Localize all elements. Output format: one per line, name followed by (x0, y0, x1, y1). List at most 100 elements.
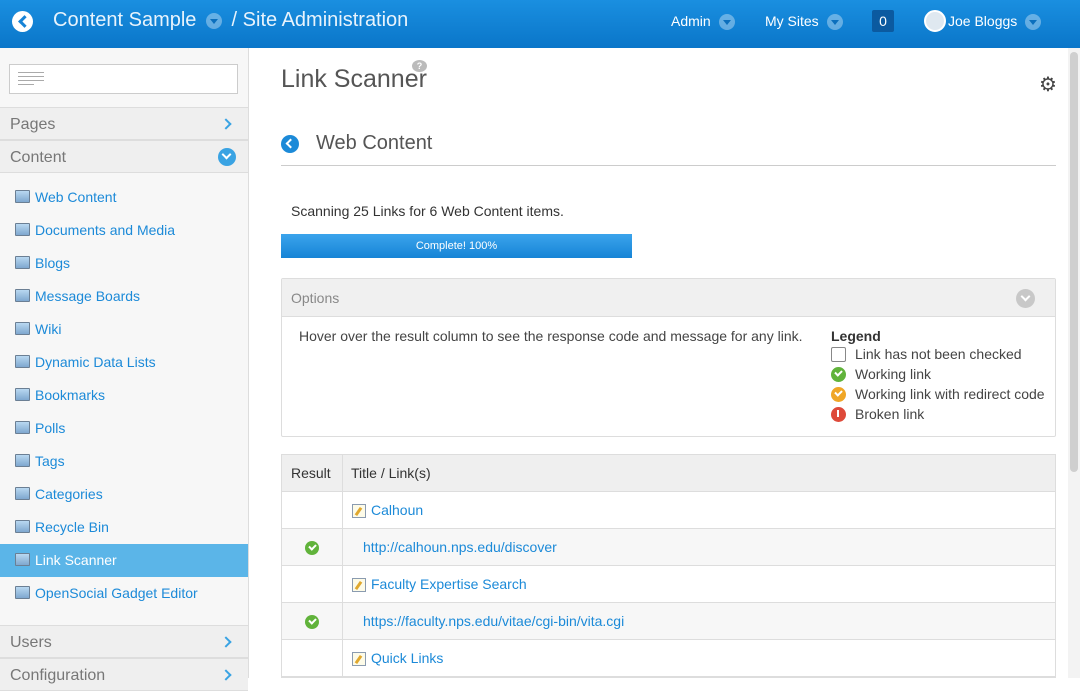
sidebar-search-input[interactable] (9, 64, 238, 94)
chevron-down-icon (218, 148, 236, 166)
scanned-link[interactable]: https://faculty.nps.edu/vitae/cgi-bin/vi… (363, 613, 624, 629)
panel-label: Pages (10, 116, 56, 133)
site-title: Content Sample / Site Administration (53, 9, 408, 32)
message-boards-icon (15, 289, 30, 302)
sidebar-panel-configuration[interactable]: Configuration (0, 658, 248, 691)
scrollbar-thumb[interactable] (1070, 52, 1078, 472)
sidebar-item-recycle-bin[interactable]: Recycle Bin (0, 511, 248, 544)
sidebar-item-bookmarks[interactable]: Bookmarks (0, 379, 248, 412)
legend-label: Working link with redirect code (855, 386, 1045, 402)
gear-icon[interactable]: ⚙ (1039, 75, 1057, 95)
sidebar-panel-users[interactable]: Users (0, 625, 248, 658)
sidebar-panel-pages[interactable]: Pages (0, 107, 248, 140)
table-row: Quick Links (282, 640, 1055, 677)
gadget-icon (15, 586, 30, 599)
content-title-link[interactable]: Faculty Expertise Search (371, 576, 527, 592)
blogs-icon (15, 256, 30, 269)
sidebar-item-label: Message Boards (35, 288, 141, 304)
tags-icon (15, 454, 30, 467)
sidebar-item-web-content[interactable]: Web Content (0, 181, 248, 214)
content-title-link[interactable]: Calhoun (371, 502, 423, 518)
progress-bar: Complete! 100% (281, 234, 632, 258)
back-arrow-icon[interactable] (281, 135, 299, 153)
top-navigation-bar: Content Sample / Site Administration Adm… (0, 0, 1080, 48)
legend: Legend Link has not been checked Working… (831, 328, 1045, 426)
breadcrumb-separator: / (231, 9, 238, 31)
sidebar-item-documents-and-media[interactable]: Documents and Media (0, 214, 248, 247)
sidebar-item-message-boards[interactable]: Message Boards (0, 280, 248, 313)
column-divider (342, 603, 343, 639)
scan-summary: Scanning 25 Links for 6 Web Content item… (291, 203, 564, 219)
broken-link-icon (831, 407, 846, 422)
my-sites-menu[interactable]: My Sites (765, 13, 847, 31)
admin-label: Admin (671, 13, 711, 29)
table-row: Calhoun (282, 492, 1055, 529)
chevron-down-icon (826, 14, 843, 31)
sidebar-panel-content[interactable]: Content (0, 140, 248, 173)
sidebar-item-link-scanner[interactable]: Link Scanner (0, 544, 248, 577)
table-row: https://faculty.nps.edu/vitae/cgi-bin/vi… (282, 603, 1055, 640)
hover-hint: Hover over the result column to see the … (299, 328, 803, 344)
back-icon[interactable] (12, 11, 33, 32)
options-header[interactable]: Options (282, 279, 1055, 317)
column-header-title[interactable]: Title / Link(s) (351, 465, 431, 481)
site-dropdown-icon[interactable] (205, 12, 222, 29)
sidebar-item-label: Tags (35, 453, 65, 469)
scanned-link[interactable]: http://calhoun.nps.edu/discover (363, 539, 557, 555)
legend-item-unchecked: Link has not been checked (831, 346, 1045, 366)
column-divider (342, 640, 343, 676)
column-divider (342, 529, 343, 565)
table-header: Result Title / Link(s) (282, 455, 1055, 492)
legend-item-broken: Broken link (831, 406, 1045, 426)
sidebar: Pages Content Web Content Documents and … (0, 48, 249, 691)
sidebar-item-label: Bookmarks (35, 387, 106, 403)
column-header-result[interactable]: Result (291, 465, 331, 481)
recycle-bin-icon (15, 520, 30, 533)
table-row: Faculty Expertise Search (282, 566, 1055, 603)
site-name[interactable]: Content Sample (53, 9, 196, 31)
section-name: Site Administration (242, 9, 409, 31)
legend-title: Legend (831, 328, 881, 344)
sidebar-item-blogs[interactable]: Blogs (0, 247, 248, 280)
panel-label: Configuration (10, 667, 106, 684)
documents-icon (15, 223, 30, 236)
notification-count-badge[interactable]: 0 (872, 10, 894, 32)
web-content-article-icon (352, 578, 366, 592)
sidebar-item-label: Documents and Media (35, 222, 176, 238)
user-avatar[interactable] (924, 10, 946, 32)
panel-label: Users (10, 634, 52, 651)
user-menu[interactable]: Joe Bloggs (948, 13, 1045, 31)
admin-menu[interactable]: Admin (671, 13, 739, 31)
chevron-right-icon (220, 668, 234, 682)
sidebar-item-label: Web Content (35, 189, 117, 205)
check-circle-icon[interactable] (305, 541, 319, 555)
sidebar-item-polls[interactable]: Polls (0, 412, 248, 445)
web-content-article-icon (352, 504, 366, 518)
user-name: Joe Bloggs (948, 13, 1018, 29)
sidebar-item-wiki[interactable]: Wiki (0, 313, 248, 346)
sidebar-item-label: Link Scanner (35, 552, 117, 568)
sidebar-item-categories[interactable]: Categories (0, 478, 248, 511)
chevron-down-icon (718, 14, 735, 31)
column-divider (342, 492, 343, 528)
wiki-icon (15, 322, 30, 335)
main-content: Link Scanner ? ⚙ Web Content Scanning 25… (249, 48, 1068, 678)
section-title: Web Content (316, 132, 433, 154)
help-icon[interactable]: ? (412, 60, 427, 72)
check-circle-icon[interactable] (305, 615, 319, 629)
sidebar-item-label: Dynamic Data Lists (35, 354, 156, 370)
content-title-link[interactable]: Quick Links (371, 650, 443, 666)
polls-icon (15, 421, 30, 434)
page-scrollbar[interactable] (1068, 48, 1080, 678)
section-divider (281, 165, 1056, 166)
chevron-down-icon[interactable] (1016, 289, 1035, 308)
panel-label: Content (10, 149, 67, 166)
sidebar-item-label: Categories (35, 486, 103, 502)
sidebar-item-dynamic-data-lists[interactable]: Dynamic Data Lists (0, 346, 248, 379)
ddl-icon (15, 355, 30, 368)
web-content-icon (15, 190, 30, 203)
categories-icon (15, 487, 30, 500)
sidebar-item-tags[interactable]: Tags (0, 445, 248, 478)
sidebar-item-opensocial-gadget-editor[interactable]: OpenSocial Gadget Editor (0, 577, 248, 610)
my-sites-label: My Sites (765, 13, 819, 29)
